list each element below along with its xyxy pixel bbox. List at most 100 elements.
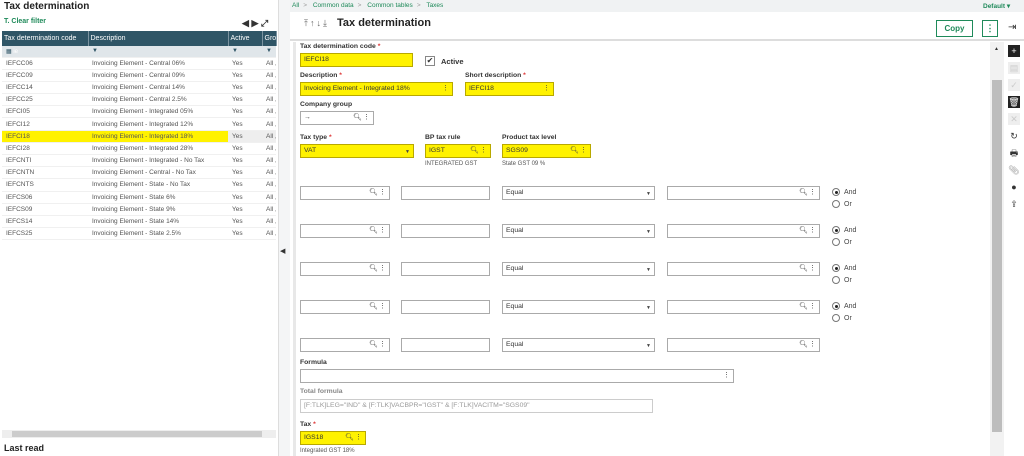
table-row[interactable]: IEFCS06 Invoicing Element - State 6% Yes Al… (2, 191, 276, 204)
profile-menu[interactable]: Default ▾ (983, 2, 1010, 10)
code-input[interactable]: IEFCI18 (300, 53, 413, 67)
delete-icon[interactable]: 🗑︎ (1008, 96, 1020, 108)
search-icon: 🔍︎ (470, 147, 479, 154)
bp-tax-rule-input[interactable]: IGST 🔍︎ ⋮ (425, 144, 491, 158)
more-icon: ⋮ (723, 372, 730, 379)
table-row[interactable]: IEFCI18 Invoicing Element - Integrated 18… (2, 130, 276, 143)
condition-value-input[interactable] (401, 224, 490, 238)
condition-compare-input[interactable]: 🔍︎ ⋮ (667, 262, 820, 276)
add-icon[interactable]: + (1008, 45, 1020, 57)
condition-compare-input[interactable]: 🔍︎ ⋮ (667, 300, 820, 314)
table-row[interactable]: IEFCC06 Invoicing Element - Central 06% Ye… (2, 57, 276, 70)
table-row[interactable]: IEFCNTN Invoicing Element - Central - No … (2, 166, 276, 180)
breadcrumb-taxes[interactable]: Taxes (426, 2, 443, 9)
scrollbar-thumb[interactable] (12, 431, 262, 437)
table-cell: All , (262, 81, 276, 95)
table-row[interactable]: IEFCI12 Invoicing Element - Integrated 12… (2, 117, 276, 131)
column-header[interactable]: Active (228, 31, 263, 46)
copy-button[interactable]: Copy (936, 20, 973, 37)
filter-cell-desc[interactable]: ▼ (88, 46, 228, 58)
or-radio[interactable]: Or (832, 200, 852, 208)
table-cell: IEFCC09 (2, 69, 88, 82)
filter-cell-code[interactable]: ▦ ie (2, 46, 88, 58)
column-header[interactable]: Gro (262, 31, 277, 46)
and-radio[interactable]: And (832, 226, 856, 234)
table-row[interactable]: IEFCI28 Invoicing Element - Integrated 28… (2, 142, 276, 156)
more-actions-button[interactable]: ⋮ (982, 20, 998, 37)
exit-icon[interactable]: ⇥ (1008, 22, 1016, 33)
attachment-icon[interactable]: 📎︎ (1008, 164, 1020, 176)
condition-compare-input[interactable]: 🔍︎ ⋮ (667, 224, 820, 238)
description-input[interactable]: Invoicing Element - Integrated 18% ⋮ (300, 82, 453, 96)
clear-filter-link[interactable]: T. Clear filter (4, 18, 46, 25)
column-header[interactable]: Tax determination code (2, 31, 89, 46)
condition-field-input[interactable]: 🔍︎ ⋮ (300, 300, 390, 314)
panel-splitter[interactable]: ◀ (278, 0, 290, 456)
condition-operator-select[interactable]: Equal ▼ (502, 224, 655, 238)
and-radio[interactable]: And (832, 264, 856, 272)
and-radio[interactable]: And (832, 302, 856, 310)
condition-value-input[interactable] (401, 338, 490, 352)
more-icon: ⋮ (379, 227, 386, 234)
condition-value-input[interactable] (401, 262, 490, 276)
save-icon: ▤ (1008, 62, 1020, 74)
table-row[interactable]: IEFCS14 Invoicing Element - State 14% Yes A… (2, 215, 276, 229)
or-radio[interactable]: Or (832, 276, 852, 284)
short-description-input[interactable]: IEFCI18 ⋮ (465, 82, 554, 96)
breadcrumb-common-data[interactable]: Common data (313, 2, 354, 9)
breadcrumb-all[interactable]: All (292, 2, 299, 9)
table-cell: All , (262, 130, 276, 143)
expand-icon[interactable]: ⤢ (261, 18, 268, 28)
scroll-up-icon: ▲ (994, 46, 999, 52)
column-header[interactable]: Description (88, 31, 229, 46)
condition-field-input[interactable]: 🔍︎ ⋮ (300, 338, 390, 352)
export-icon[interactable]: ⇪ (1008, 198, 1020, 210)
table-row[interactable]: IEFCNTI Invoicing Element - Integrated - … (2, 154, 276, 168)
tax-type-select[interactable]: VAT ▼ (300, 144, 414, 158)
or-radio[interactable]: Or (832, 314, 852, 322)
previous-icon[interactable]: ◀ (242, 18, 249, 28)
company-group-input[interactable]: → 🔍︎ ⋮ (300, 111, 374, 125)
active-checkbox[interactable]: ✔ (425, 56, 435, 66)
list-nav: ◀ ▶ ⤢ (242, 18, 268, 29)
refresh-icon[interactable]: ↻ (1008, 130, 1020, 142)
condition-compare-input[interactable]: 🔍︎ ⋮ (667, 338, 820, 352)
condition-field-input[interactable]: 🔍︎ ⋮ (300, 262, 390, 276)
last-read-section[interactable]: Last read (4, 443, 44, 453)
formula-input[interactable]: ⋮ (300, 369, 734, 383)
condition-operator-select[interactable]: Equal ▼ (502, 338, 655, 352)
table-row[interactable]: IEFCC14 Invoicing Element - Central 14% Ye… (2, 81, 276, 95)
table-cell: Invoicing Element - State 2.5% (88, 227, 228, 241)
condition-value-input[interactable] (401, 186, 490, 200)
table-row[interactable]: IEFCNTS Invoicing Element - State - No Ta… (2, 178, 276, 192)
filter-cell-active[interactable]: ▼ (228, 46, 262, 58)
last-icon[interactable]: ⤓ (323, 18, 329, 28)
table-cell: All , (262, 178, 276, 192)
table-row[interactable]: IEFCC25 Invoicing Element - Central 2.5% Y… (2, 93, 276, 107)
print-icon[interactable]: 🖶 (1008, 147, 1020, 159)
condition-compare-input[interactable]: 🔍︎ ⋮ (667, 186, 820, 200)
table-row[interactable]: IEFCI05 Invoicing Element - Integrated 05… (2, 105, 276, 119)
table-row[interactable]: IEFCS09 Invoicing Element - State 9% Yes Al… (2, 203, 276, 216)
check-icon: ✓ (1008, 79, 1020, 91)
condition-operator-select[interactable]: Equal ▼ (502, 262, 655, 276)
comment-icon[interactable]: ● (1008, 181, 1020, 193)
product-tax-level-input[interactable]: SGS09 🔍︎ ⋮ (502, 144, 591, 158)
collapse-arrow-icon[interactable]: ◀ (280, 247, 285, 255)
or-radio[interactable]: Or (832, 238, 852, 246)
breadcrumb-common-tables[interactable]: Common tables (367, 2, 413, 9)
scrollbar-thumb[interactable] (992, 80, 1002, 432)
table-cell: Yes (228, 69, 262, 82)
condition-field-input[interactable]: 🔍︎ ⋮ (300, 224, 390, 238)
tax-input[interactable]: IGS18 🔍︎ ⋮ (300, 431, 366, 445)
table-row[interactable]: IEFCS25 Invoicing Element - State 2.5% Yes… (2, 227, 276, 241)
filter-cell-group[interactable]: ▼ (262, 46, 276, 58)
table-row[interactable]: IEFCC09 Invoicing Element - Central 09% Ye… (2, 69, 276, 82)
condition-field-input[interactable]: 🔍︎ ⋮ (300, 186, 390, 200)
and-radio[interactable]: And (832, 188, 856, 196)
chevron-down-icon: ▼ (646, 229, 651, 235)
condition-operator-select[interactable]: Equal ▼ (502, 300, 655, 314)
condition-value-input[interactable] (401, 300, 490, 314)
next-icon[interactable]: ▶ (251, 18, 258, 28)
condition-operator-select[interactable]: Equal ▼ (502, 186, 655, 200)
